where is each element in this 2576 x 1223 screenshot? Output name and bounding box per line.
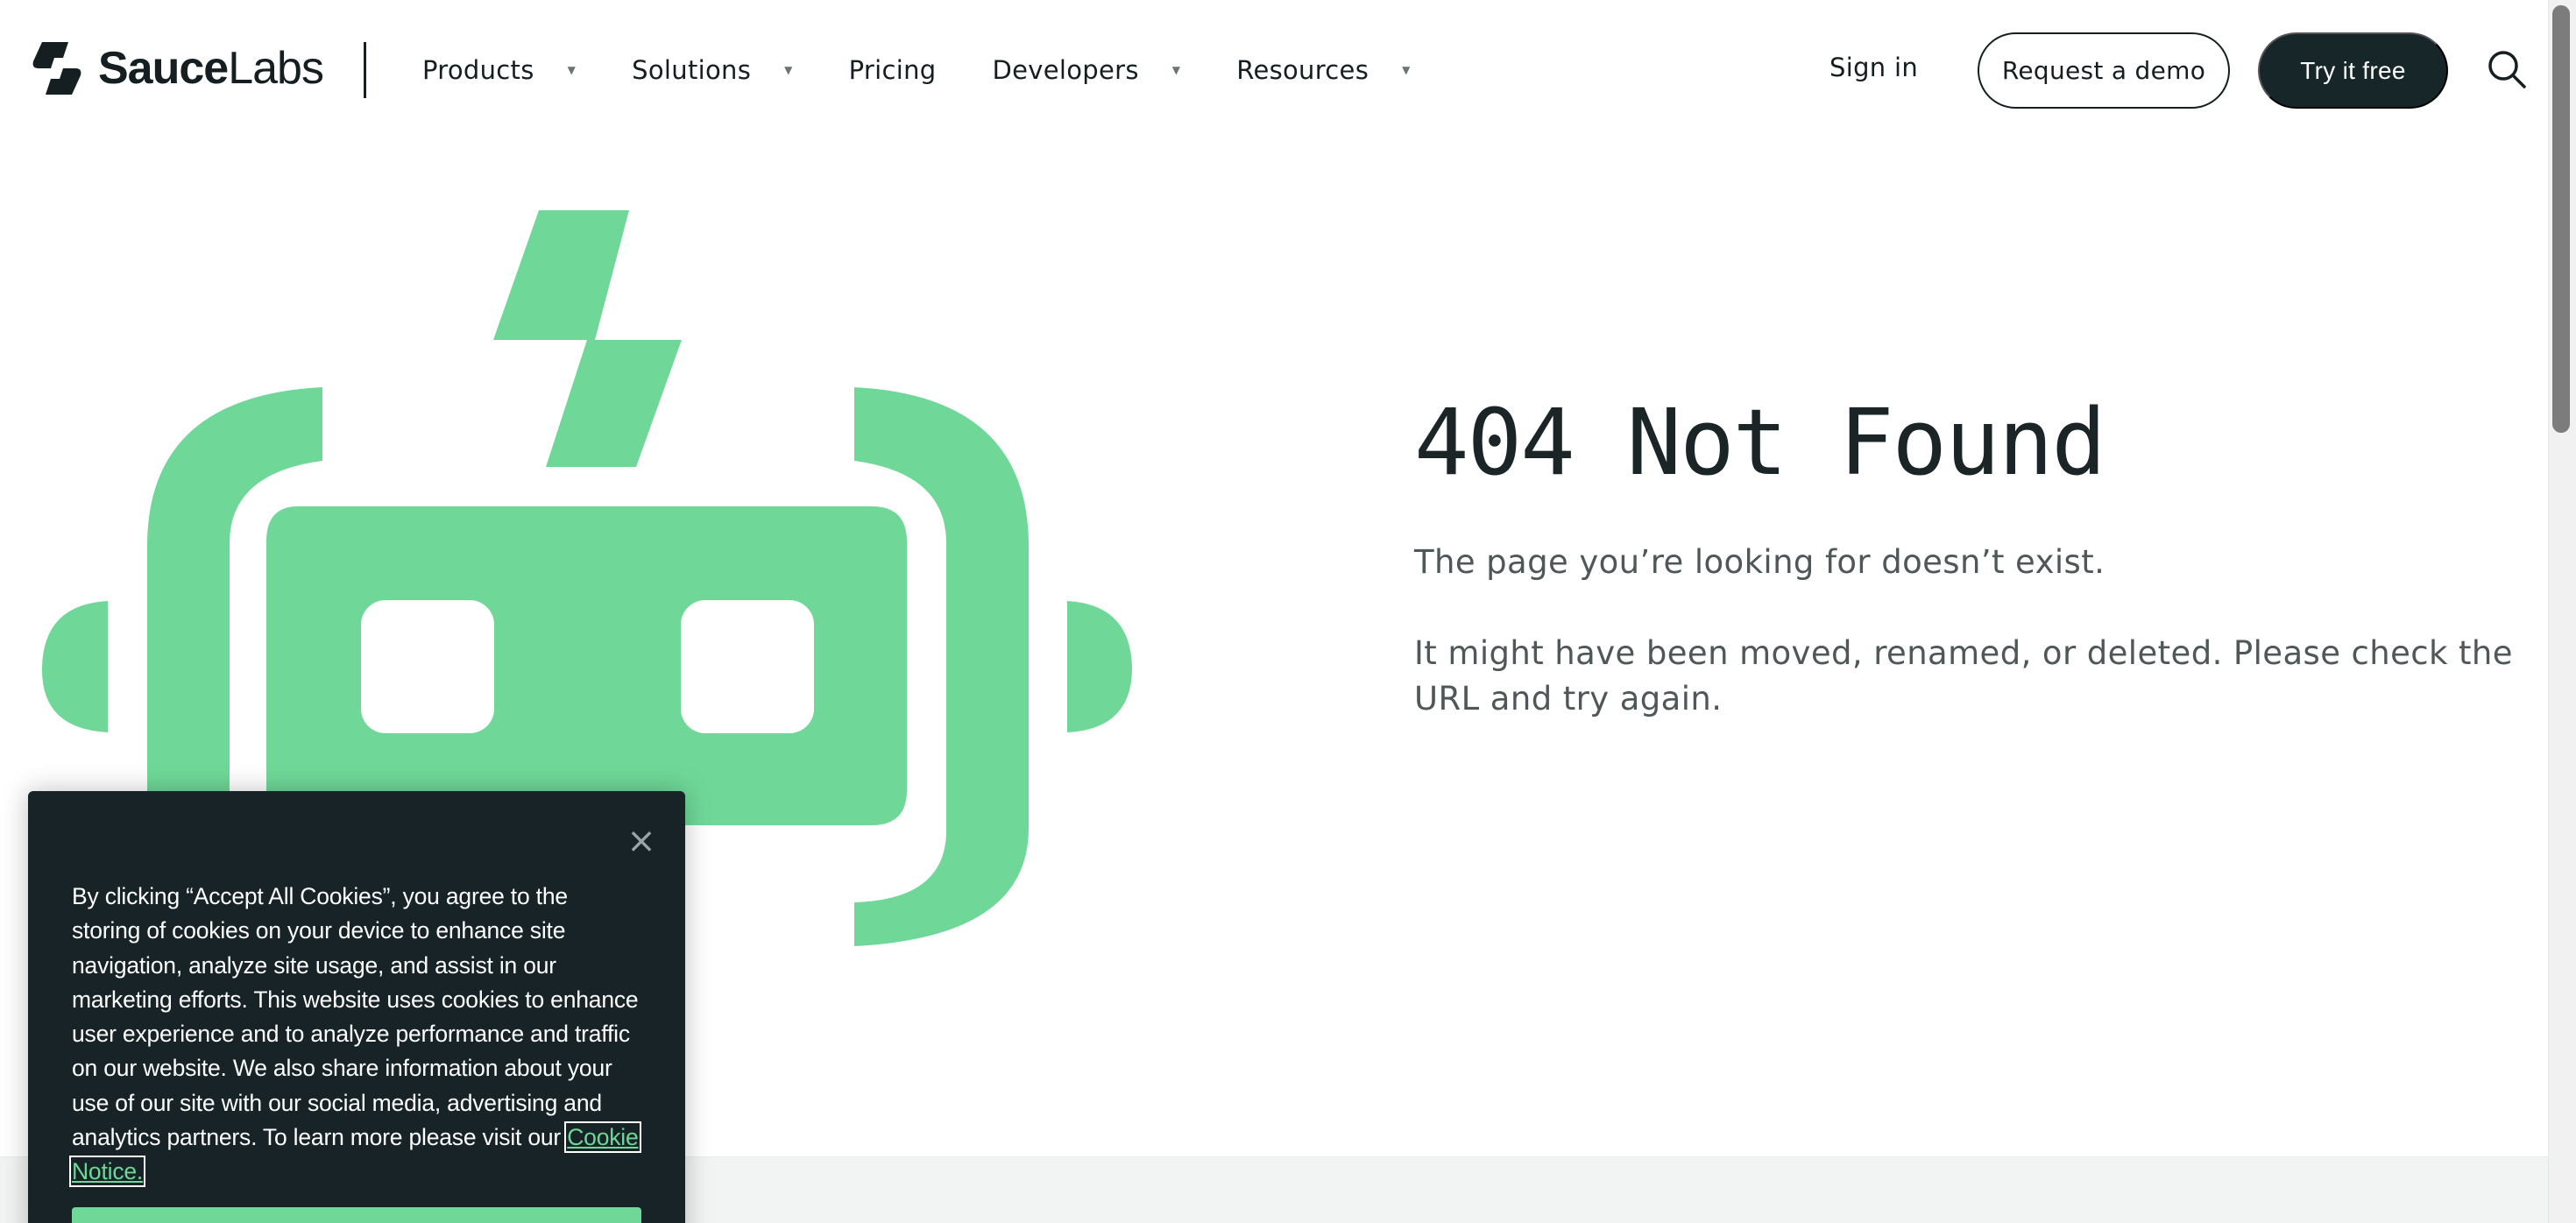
nav-item-label: Solutions (632, 55, 752, 85)
nav-item-resources[interactable]: Resources ▼ (1236, 55, 1410, 85)
sign-in-link[interactable]: Sign in (1829, 53, 1918, 82)
header-divider (364, 42, 366, 98)
try-free-button[interactable]: Try it free (2258, 32, 2448, 109)
not-found-message: The page you’re looking for doesn’t exis… (1414, 543, 2105, 581)
chevron-down-icon: ▼ (1171, 64, 1181, 76)
nav-item-developers[interactable]: Developers ▼ (993, 55, 1181, 85)
nav-item-label: Pricing (848, 55, 937, 85)
nav-item-pricing[interactable]: Pricing (849, 55, 937, 85)
nav-item-label: Developers (992, 55, 1139, 85)
chevron-down-icon: ▼ (567, 64, 577, 76)
main-nav: Products ▼ Solutions ▼ Pricing Developer… (422, 0, 1467, 140)
search-icon[interactable] (2487, 49, 2527, 89)
cookie-banner-text: By clicking “Accept All Cookies”, you ag… (69, 880, 641, 1190)
logo-wordmark: SauceLabs (98, 43, 324, 94)
close-icon[interactable]: × (624, 824, 659, 859)
request-demo-button[interactable]: Request a demo (1978, 32, 2230, 109)
scrollbar-thumb[interactable] (2552, 5, 2570, 433)
nav-item-label: Products (422, 55, 534, 85)
nav-item-solutions[interactable]: Solutions ▼ (632, 55, 792, 85)
accept-all-cookies-button[interactable] (72, 1207, 641, 1223)
chevron-down-icon: ▼ (784, 64, 793, 76)
page-title: 404 Not Found (1414, 389, 2106, 496)
nav-item-label: Resources (1236, 55, 1369, 85)
cookie-description: By clicking “Accept All Cookies”, you ag… (72, 883, 639, 1151)
saucelabs-logo[interactable]: SauceLabs (28, 40, 324, 96)
chevron-down-icon: ▼ (1402, 64, 1411, 76)
site-header: SauceLabs Products ▼ Solutions ▼ Pricing… (0, 0, 2548, 140)
nav-item-products[interactable]: Products ▼ (422, 55, 576, 85)
saucelabs-logo-icon (32, 42, 81, 95)
not-found-hint: It might have been moved, renamed, or de… (1414, 634, 2513, 718)
not-found-content: 404 Not Found The page you’re looking fo… (1414, 385, 2518, 722)
